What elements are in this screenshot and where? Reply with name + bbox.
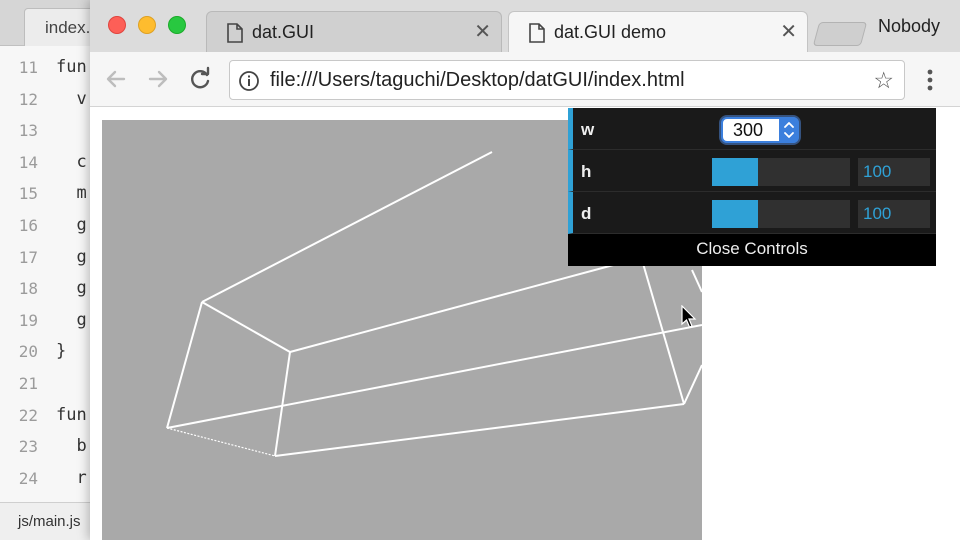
h-slider[interactable]	[712, 158, 850, 186]
page-viewport: w 300 h 100 d 100 Close Controls	[90, 108, 960, 540]
screen: index. 11 12 13 14 15 16 17 18 19 20 21 22 23 24 fun …	[0, 0, 960, 540]
line-number: 22	[18, 405, 38, 425]
wire-edge	[166, 301, 203, 429]
window-minimize-button[interactable]	[138, 16, 156, 34]
code-line: g	[56, 278, 87, 299]
mouse-cursor-icon	[681, 305, 697, 328]
code-line: b	[56, 436, 87, 457]
spinner-icon[interactable]	[779, 117, 799, 143]
gui-row-d: d 100	[568, 192, 936, 234]
code-line: m	[56, 183, 87, 204]
star-icon[interactable]: ☆	[873, 67, 894, 94]
w-value: 300	[733, 120, 764, 140]
code-line: g	[56, 214, 87, 235]
close-controls-button[interactable]: Close Controls	[568, 234, 936, 266]
code-line: fun	[56, 57, 87, 77]
profile-name[interactable]: Nobody	[878, 16, 940, 37]
gui-row-h: h 100	[568, 150, 936, 192]
line-number: 17	[18, 247, 38, 267]
line-number: 16	[18, 215, 38, 235]
code-line: g	[56, 309, 87, 330]
wire-edge	[683, 364, 702, 405]
line-number: 15	[18, 184, 38, 204]
window-close-button[interactable]	[108, 16, 126, 34]
d-slider-fill	[712, 200, 758, 228]
code-line: fun	[56, 404, 87, 425]
line-number: 23	[18, 437, 38, 457]
code-line: r	[56, 467, 87, 488]
tab-title: dat.GUI demo	[554, 22, 667, 42]
line-number: 20	[18, 342, 38, 362]
menu-dots-icon[interactable]	[922, 66, 938, 94]
w-number-input[interactable]: 300	[721, 117, 799, 143]
d-slider[interactable]	[712, 200, 850, 228]
control-label: d	[581, 204, 592, 223]
tab-datgui[interactable]: dat.GUI ✕	[206, 11, 502, 52]
line-number: 14	[18, 152, 38, 172]
wire-edge	[166, 427, 276, 457]
new-tab-button[interactable]	[812, 22, 868, 46]
line-number: 18	[18, 279, 38, 299]
code-line: }	[56, 341, 67, 362]
url-text: file:///Users/taguchi/Desktop/datGUI/ind…	[270, 69, 685, 91]
code-line: c	[56, 151, 87, 172]
control-label: h	[581, 162, 592, 181]
wire-edge	[289, 259, 633, 353]
forward-arrow-icon[interactable]	[144, 65, 172, 93]
line-number: 13	[18, 121, 38, 141]
line-number: 21	[18, 373, 38, 393]
reload-icon[interactable]	[186, 65, 214, 93]
gui-row-w: w 300	[568, 108, 936, 150]
line-number: 24	[18, 468, 38, 488]
line-number: 12	[18, 89, 38, 109]
page-icon	[529, 23, 545, 43]
wire-edge	[201, 151, 493, 303]
close-icon[interactable]: ✕	[780, 12, 797, 53]
wire-edge	[691, 269, 702, 293]
browser-toolbar: file:///Users/taguchi/Desktop/datGUI/ind…	[90, 52, 960, 107]
back-arrow-icon[interactable]	[102, 65, 130, 93]
page-icon	[227, 23, 243, 43]
browser-window: dat.GUI ✕ dat.GUI demo ✕ Nobody file:///…	[90, 0, 960, 540]
tab-strip: dat.GUI ✕ dat.GUI demo ✕ Nobody	[90, 0, 960, 52]
address-bar[interactable]: file:///Users/taguchi/Desktop/datGUI/ind…	[229, 60, 905, 100]
code-line: v	[56, 88, 87, 109]
code-area[interactable]: fun v c m g g g g} fun b r	[56, 52, 87, 494]
window-maximize-button[interactable]	[168, 16, 186, 34]
wire-edge	[641, 259, 685, 405]
d-value-input[interactable]: 100	[858, 200, 930, 228]
wire-edge	[274, 403, 685, 457]
info-icon[interactable]	[238, 70, 260, 92]
dat-gui-panel: w 300 h 100 d 100 Close Controls	[568, 108, 936, 266]
wire-edge	[201, 301, 291, 353]
h-slider-fill	[712, 158, 758, 186]
line-number: 11	[18, 58, 38, 77]
line-number: 19	[18, 310, 38, 330]
tab-datgui-demo[interactable]: dat.GUI demo ✕	[508, 11, 808, 52]
tab-title: dat.GUI	[252, 22, 315, 42]
h-value-input[interactable]: 100	[858, 158, 930, 186]
control-label: w	[581, 120, 595, 139]
code-line: g	[56, 246, 87, 267]
line-number-gutter: 11 12 13 14 15 16 17 18 19 20 21 22 23 24	[0, 52, 44, 494]
close-icon[interactable]: ✕	[474, 12, 491, 53]
